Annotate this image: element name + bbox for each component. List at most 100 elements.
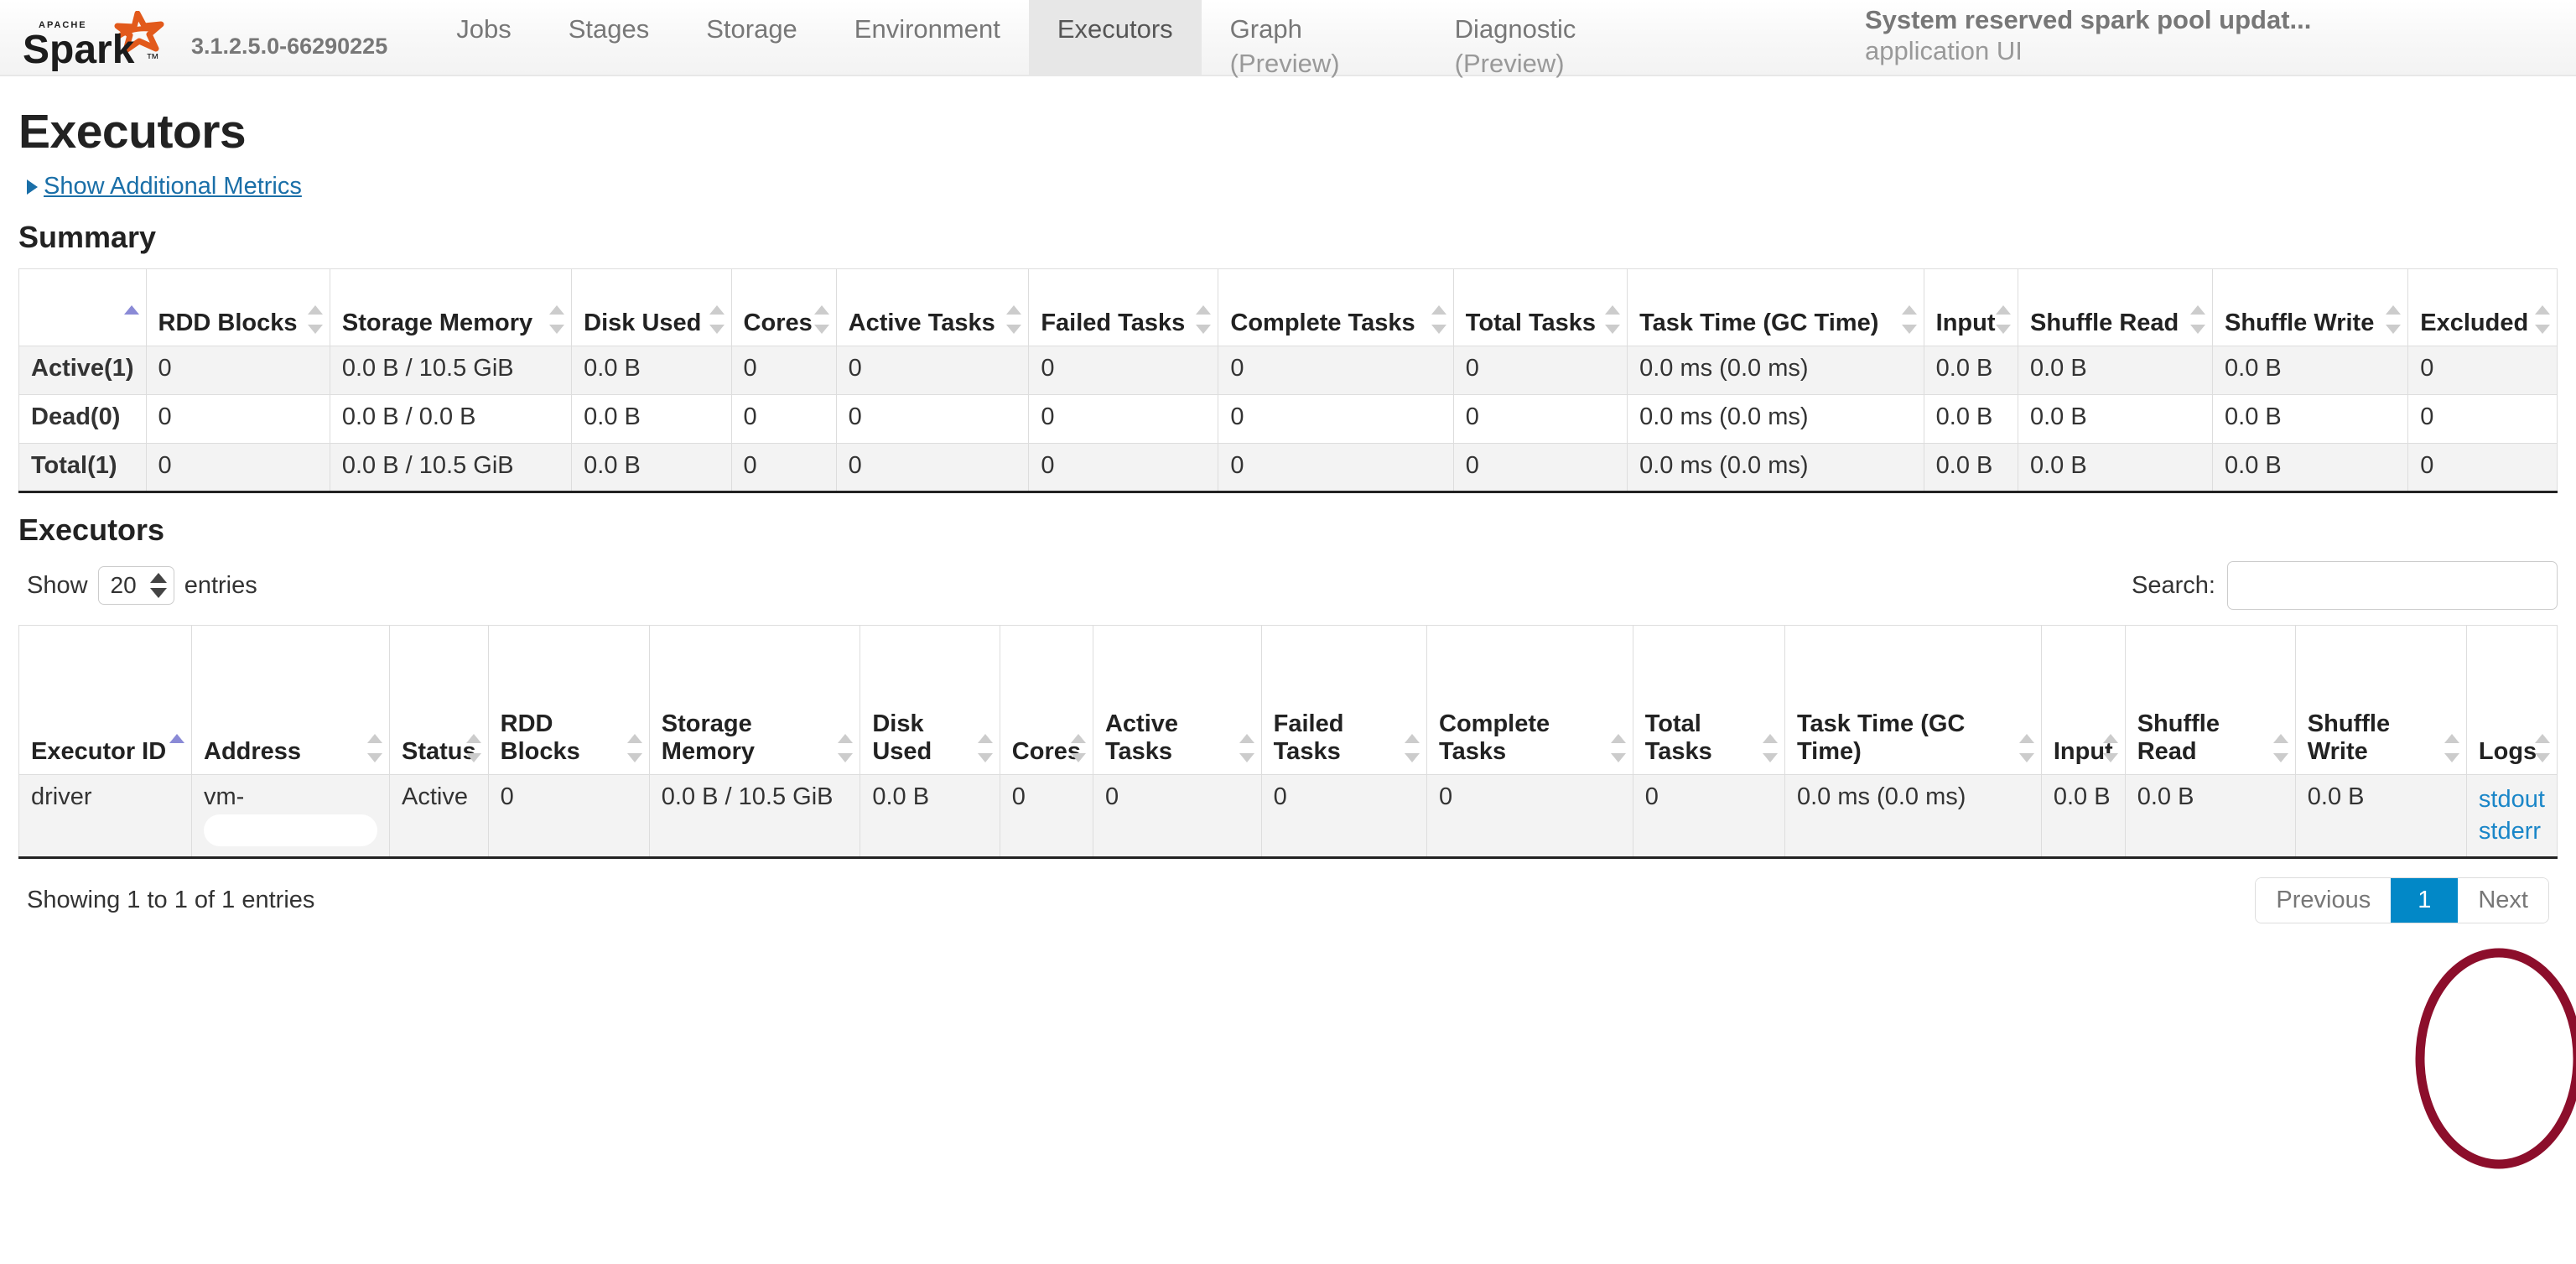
tab-diagnostic[interactable]: Diagnostic (Preview)	[1426, 0, 1651, 78]
show-additional-metrics-toggle[interactable]: Show Additional Metrics	[27, 173, 2558, 200]
summary-col-active-tasks[interactable]: Active Tasks	[835, 268, 1030, 346]
summary-col-cores[interactable]: Cores	[730, 268, 837, 346]
exec-col-complete-tasks[interactable]: Complete Tasks	[1426, 625, 1633, 775]
summary-col-disk-used-label: Disk Used	[584, 309, 702, 336]
next-page-button[interactable]: Next	[2458, 877, 2548, 923]
summary-col-rdd-blocks[interactable]: RDD Blocks	[145, 268, 330, 346]
summary-cell: 0.0 B / 10.5 GiB	[329, 346, 573, 395]
exec-col-shuffle-write[interactable]: Shuffle Write	[2294, 625, 2467, 775]
sort-icon	[977, 734, 993, 762]
summary-col-complete-tasks[interactable]: Complete Tasks	[1218, 268, 1454, 346]
summary-cell: 0.0 B	[571, 394, 732, 444]
tab-graph-preview-label: (Preview)	[1229, 48, 1340, 78]
summary-cell: 0	[835, 346, 1030, 395]
exec-col-input[interactable]: Input	[2040, 625, 2126, 775]
sort-icon	[1995, 305, 2011, 334]
cell-disk-used: 0.0 B	[860, 774, 1000, 859]
summary-col-task-time[interactable]: Task Time (GC Time)	[1627, 268, 1924, 346]
summary-col-task-time-label: Task Time (GC Time)	[1639, 309, 1879, 336]
summary-col-shuffle-read[interactable]: Shuffle Read	[2017, 268, 2214, 346]
summary-cell: 0.0 B / 0.0 B	[329, 394, 573, 444]
summary-table: RDD Blocks Storage Memory Disk Used Core…	[18, 268, 2558, 493]
exec-col-active-tasks[interactable]: Active Tasks	[1092, 625, 1262, 775]
search-input[interactable]	[2227, 561, 2558, 610]
exec-col-address[interactable]: Address	[191, 625, 390, 775]
page-size-select[interactable]: 20	[97, 566, 174, 605]
executors-table: Executor ID Address Status RDD Blocks St…	[18, 625, 2558, 859]
exec-col-storage-memory-label: Storage Memory	[661, 710, 755, 765]
summary-col-shuffle-write-label: Shuffle Write	[2225, 309, 2375, 336]
tab-graph[interactable]: Graph (Preview)	[1202, 0, 1426, 78]
summary-cell: 0	[145, 346, 330, 395]
summary-col-storage-memory-label: Storage Memory	[341, 309, 533, 336]
summary-col-group[interactable]	[18, 268, 147, 346]
summary-cell: 0	[145, 443, 330, 493]
tab-executors[interactable]: Executors	[1028, 0, 1202, 76]
sort-icon	[1196, 305, 1212, 334]
summary-table-wrapper: RDD Blocks Storage Memory Disk Used Core…	[18, 268, 2558, 493]
tab-storage-label: Storage	[706, 14, 797, 44]
exec-col-task-time[interactable]: Task Time (GC Time)	[1784, 625, 2042, 775]
show-additional-metrics-link[interactable]: Show Additional Metrics	[44, 173, 302, 200]
summary-col-shuffle-write[interactable]: Shuffle Write	[2212, 268, 2409, 346]
executors-table-controls: Show 20 entries Search:	[18, 561, 2558, 610]
summary-col-excluded[interactable]: Excluded	[2407, 268, 2558, 346]
summary-cell: 0.0 B	[1923, 394, 2018, 444]
caret-right-icon	[27, 179, 38, 195]
summary-col-storage-memory[interactable]: Storage Memory	[329, 268, 573, 346]
exec-col-failed-tasks[interactable]: Failed Tasks	[1260, 625, 1428, 775]
page-content: Executors Show Additional Metrics Summar…	[0, 104, 2576, 923]
exec-col-disk-used[interactable]: Disk Used	[860, 625, 1000, 775]
exec-col-storage-memory[interactable]: Storage Memory	[648, 625, 861, 775]
stderr-link[interactable]: stderr	[2479, 815, 2545, 847]
summary-cell: 0	[730, 346, 837, 395]
tab-environment[interactable]: Environment	[826, 0, 1029, 76]
summary-cell: 0.0 B	[2017, 443, 2214, 493]
exec-col-total-tasks[interactable]: Total Tasks	[1632, 625, 1785, 775]
exec-col-shuffle-read-label: Shuffle Read	[2137, 710, 2220, 765]
exec-col-rdd-blocks[interactable]: RDD Blocks	[487, 625, 650, 775]
tab-storage[interactable]: Storage	[678, 0, 826, 76]
sort-icon	[2272, 734, 2288, 762]
sort-icon	[2386, 305, 2402, 334]
cell-shuffle-write: 0.0 B	[2294, 774, 2467, 859]
page-1-button[interactable]: 1	[2391, 877, 2459, 923]
previous-page-button[interactable]: Previous	[2256, 877, 2392, 923]
executors-table-footer: Showing 1 to 1 of 1 entries Previous 1 N…	[18, 876, 2558, 923]
cell-active-tasks: 0	[1092, 774, 1262, 859]
exec-col-status[interactable]: Status	[389, 625, 489, 775]
exec-col-logs[interactable]: Logs	[2465, 625, 2558, 775]
sort-icon	[465, 734, 481, 762]
stepper-arrows-icon	[149, 572, 167, 599]
summary-col-disk-used[interactable]: Disk Used	[571, 268, 732, 346]
summary-cell: 0.0 B	[2017, 394, 2214, 444]
tab-jobs[interactable]: Jobs	[428, 0, 539, 76]
exec-col-status-label: Status	[402, 738, 476, 765]
summary-cell: 0	[1452, 394, 1628, 444]
summary-col-shuffle-read-label: Shuffle Read	[2029, 309, 2179, 336]
summary-cell: 0	[730, 394, 837, 444]
sort-icon	[1006, 305, 1022, 334]
cell-shuffle-read: 0.0 B	[2124, 774, 2296, 859]
spark-version: 3.1.2.5.0-66290225	[191, 34, 388, 59]
page-size-value: 20	[110, 572, 137, 598]
sort-icon	[2535, 305, 2550, 334]
cell-total-tasks: 0	[1632, 774, 1785, 859]
sort-ascending-icon	[123, 305, 139, 334]
summary-col-failed-tasks[interactable]: Failed Tasks	[1028, 268, 1219, 346]
summary-col-total-tasks[interactable]: Total Tasks	[1452, 268, 1628, 346]
summary-cell: 0	[835, 443, 1030, 493]
brand-area[interactable]: APACHE Spark ™ 3.1.2.5.0-66290225	[0, 0, 387, 76]
exec-col-executor-id[interactable]: Executor ID	[18, 625, 192, 775]
summary-col-input[interactable]: Input	[1923, 268, 2018, 346]
exec-col-cores[interactable]: Cores	[999, 625, 1093, 775]
spark-logo-icon[interactable]: APACHE Spark ™	[18, 11, 183, 76]
summary-cell: 0	[1218, 443, 1454, 493]
summary-row-label: Total(1)	[18, 443, 147, 493]
summary-cell: 0	[2407, 443, 2558, 493]
stdout-link[interactable]: stdout	[2479, 783, 2545, 815]
entries-label: entries	[184, 571, 257, 599]
exec-col-shuffle-read[interactable]: Shuffle Read	[2124, 625, 2296, 775]
tab-stages[interactable]: Stages	[540, 0, 678, 76]
exec-col-task-time-label: Task Time (GC Time)	[1796, 710, 1966, 765]
